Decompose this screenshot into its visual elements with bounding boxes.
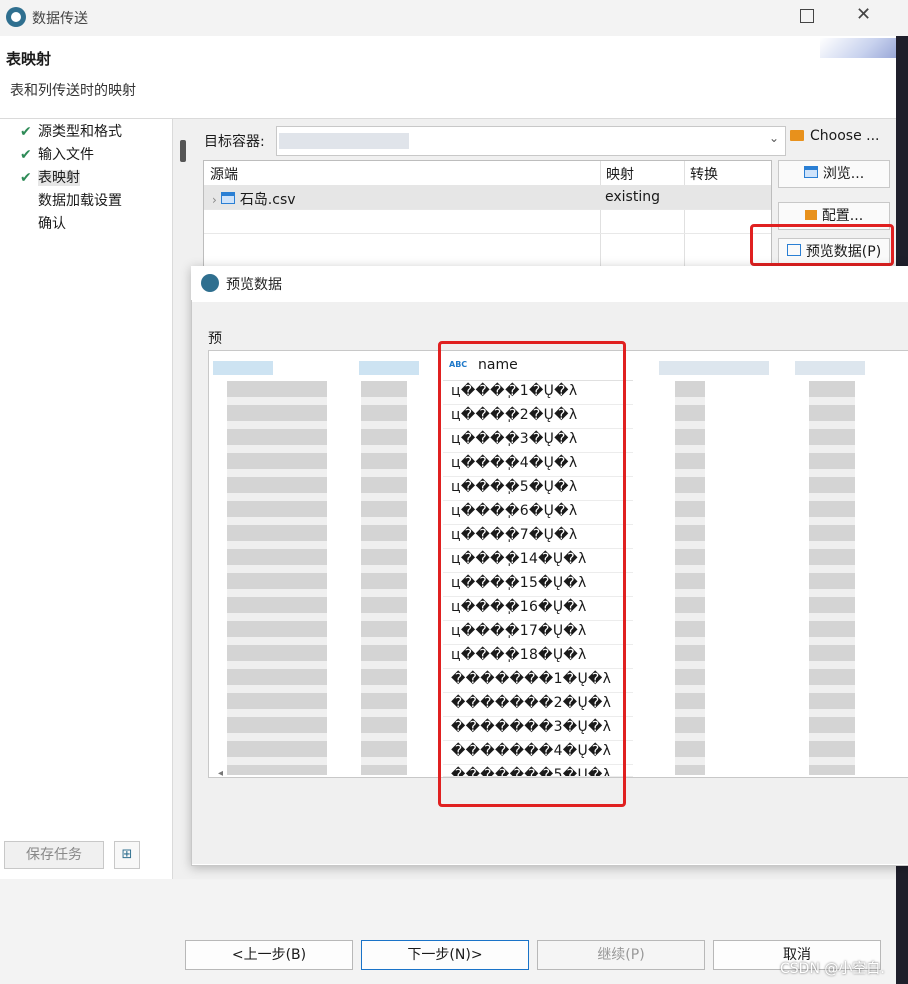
- folder-icon: [790, 130, 804, 141]
- background-window-edge-top: [896, 0, 908, 36]
- preview-label: 预: [208, 331, 222, 347]
- column-header-source[interactable]: 源端: [210, 164, 238, 184]
- redacted-header: [213, 361, 273, 375]
- page-title: 表映射: [6, 50, 52, 68]
- redacted-column: [361, 381, 407, 775]
- nav-item-load-settings[interactable]: 数据加载设置: [20, 191, 122, 211]
- dialog-title: 预览数据: [226, 277, 282, 293]
- page-header: [0, 36, 896, 119]
- table-icon: [803, 166, 818, 178]
- nav-item-table-mapping[interactable]: ✔ 表映射: [20, 168, 80, 188]
- previous-button[interactable]: <上一步(B): [185, 940, 353, 970]
- nav-item-confirm[interactable]: 确认: [20, 214, 66, 234]
- check-icon: ✔: [20, 124, 32, 140]
- wizard-step-nav: ✔ 源类型和格式 ✔ 输入文件 ✔ 表映射 数据加载设置 确认: [0, 119, 173, 879]
- chevron-right-icon[interactable]: ›: [212, 193, 217, 207]
- table-row-mapping[interactable]: existing: [605, 189, 660, 205]
- check-icon: ✔: [20, 147, 32, 163]
- column-divider: [600, 161, 601, 269]
- redacted-column: [675, 381, 705, 775]
- window-title: 数据传送: [32, 11, 88, 27]
- redacted-header: [795, 361, 865, 375]
- dialog-title-bar: [191, 266, 908, 300]
- maximize-icon[interactable]: [800, 9, 814, 23]
- title-bar: [0, 0, 908, 36]
- config-icon: [804, 210, 817, 220]
- target-container-label: 目标容器:: [204, 134, 265, 150]
- table-icon: [220, 192, 235, 204]
- horizontal-scrollbar[interactable]: ◂: [218, 768, 223, 779]
- column-header-transform[interactable]: 转换: [690, 164, 718, 184]
- check-icon: ✔: [20, 170, 32, 186]
- highlight-annotation: [438, 341, 626, 807]
- redacted-column: [227, 381, 327, 775]
- browse-button[interactable]: 浏览...: [778, 160, 890, 188]
- save-task-button[interactable]: 保存任务: [4, 841, 104, 869]
- continue-button[interactable]: 继续(P): [537, 940, 705, 970]
- redacted-column: [809, 381, 855, 775]
- column-header-mapping[interactable]: 映射: [606, 164, 634, 184]
- redacted-header: [359, 361, 419, 375]
- page-description: 表和列传送时的映射: [10, 83, 136, 99]
- app-icon: [6, 7, 26, 27]
- table-row-source[interactable]: › 石岛.csv: [212, 189, 296, 209]
- header-banner-graphic: [820, 38, 896, 58]
- next-button[interactable]: 下一步(N)>: [361, 940, 529, 970]
- save-task-icon-button[interactable]: ⊞: [114, 841, 140, 869]
- row-divider: [204, 209, 771, 210]
- highlight-annotation: [750, 224, 894, 266]
- scrollbar-handle[interactable]: [180, 140, 186, 162]
- choose-container-button[interactable]: Choose ...: [790, 128, 880, 144]
- mapping-table: 源端 映射 转换 › 石岛.csv existing: [203, 160, 772, 270]
- watermark: CSDN @小空白.: [780, 961, 885, 977]
- nav-item-source-type[interactable]: ✔ 源类型和格式: [20, 122, 122, 142]
- target-container-select[interactable]: ⌄: [276, 126, 786, 156]
- nav-item-input-files[interactable]: ✔ 输入文件: [20, 145, 94, 165]
- redacted-header: [659, 361, 769, 375]
- column-divider: [684, 161, 685, 269]
- redacted-value: [279, 133, 409, 149]
- app-icon: [201, 274, 219, 292]
- chevron-down-icon[interactable]: ⌄: [769, 131, 779, 145]
- row-divider: [204, 233, 771, 234]
- close-icon[interactable]: ✕: [856, 4, 871, 25]
